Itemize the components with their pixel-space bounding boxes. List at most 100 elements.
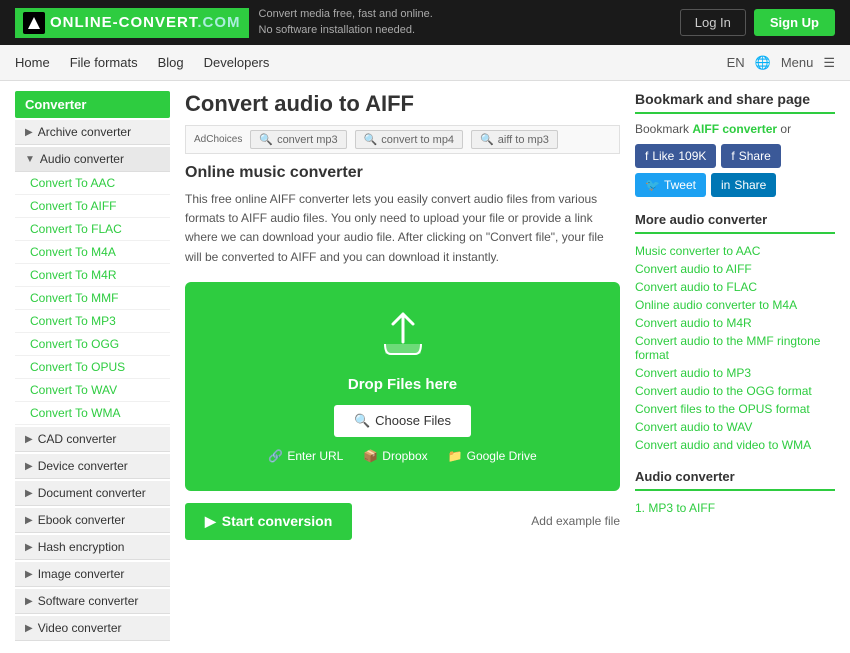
ad-item-mp3-label: convert mp3 xyxy=(277,134,338,146)
dropbox-option[interactable]: 📦 Dropbox xyxy=(363,449,427,463)
facebook-icon-share: f xyxy=(731,149,734,163)
sidebar-item-aiff[interactable]: Convert To AIFF xyxy=(15,195,170,218)
sidebar-item-mp3[interactable]: Convert To MP3 xyxy=(15,310,170,333)
like-label: Like xyxy=(652,149,674,163)
sidebar-section-software: ▶ Software converter xyxy=(15,589,170,614)
audio-converter-title: Audio converter xyxy=(635,469,835,491)
sidebar-section-title-archive[interactable]: ▶ Archive converter xyxy=(15,120,170,145)
bookmark-text: Bookmark AIFF converter or xyxy=(635,122,835,136)
sidebar-section-title-image[interactable]: ▶ Image converter xyxy=(15,562,170,587)
more-converter-section: More audio converter Music converter to … xyxy=(635,212,835,454)
ad-item-aiff[interactable]: 🔍 aiff to mp3 xyxy=(471,130,558,149)
logo-icon xyxy=(23,12,45,34)
sidebar-section-title-cad[interactable]: ▶ CAD converter xyxy=(15,427,170,452)
sidebar-section-title-audio[interactable]: ▼ Audio converter xyxy=(15,147,170,172)
mp3-to-aiff-link[interactable]: 1. MP3 to AIFF xyxy=(635,501,715,515)
ad-choices-label[interactable]: AdChoices xyxy=(194,134,242,145)
logo-box[interactable]: ONLINE-CONVERT.COM xyxy=(15,8,249,38)
audio-converter-item-1: 1. MP3 to AIFF xyxy=(635,499,835,517)
linkedin-button[interactable]: in Share xyxy=(711,173,776,197)
nav-links: Home File formats Blog Developers xyxy=(15,47,269,78)
facebook-share-label: Share xyxy=(739,149,771,163)
more-converter-title: More audio converter xyxy=(635,212,835,234)
sidebar-section-label-cad: CAD converter xyxy=(38,432,117,446)
sidebar-item-aac[interactable]: Convert To AAC xyxy=(15,172,170,195)
sidebar-section-document: ▶ Document converter xyxy=(15,481,170,506)
search-icon-3: 🔍 xyxy=(480,133,494,146)
logo-tagline: Convert media free, fast and online. No … xyxy=(259,7,433,38)
content-area: Convert audio to AIFF AdChoices 🔍 conver… xyxy=(185,91,620,643)
sidebar-item-m4a[interactable]: Convert To M4A xyxy=(15,241,170,264)
sidebar-item-wma[interactable]: Convert To WMA xyxy=(15,402,170,425)
twitter-button[interactable]: 🐦 Tweet xyxy=(635,173,706,197)
play-icon: ▶ xyxy=(205,513,216,530)
drop-files-text: Drop Files here xyxy=(208,376,597,393)
nav-right[interactable]: EN 🌐 Menu ☰ xyxy=(727,55,835,71)
sidebar-item-wav[interactable]: Convert To WAV xyxy=(15,379,170,402)
more-link-mmf[interactable]: Convert audio to the MMF ringtone format xyxy=(635,332,835,364)
sidebar-section-title-device[interactable]: ▶ Device converter xyxy=(15,454,170,479)
sidebar-section-title-ebook[interactable]: ▶ Ebook converter xyxy=(15,508,170,533)
login-button[interactable]: Log In xyxy=(680,9,746,36)
signup-button[interactable]: Sign Up xyxy=(754,9,835,36)
start-conversion-button[interactable]: ▶ Start conversion xyxy=(185,503,352,540)
more-link-opus[interactable]: Convert files to the OPUS format xyxy=(635,400,835,418)
more-link-wma[interactable]: Convert audio and video to WMA xyxy=(635,436,835,454)
choose-files-button[interactable]: 🔍 Choose Files xyxy=(334,405,471,437)
more-link-flac[interactable]: Convert audio to FLAC xyxy=(635,278,835,296)
sidebar-item-m4r[interactable]: Convert To M4R xyxy=(15,264,170,287)
sidebar-section-label-video: Video converter xyxy=(38,621,122,635)
google-drive-option[interactable]: 📁 Google Drive xyxy=(448,449,537,463)
like-count: 109K xyxy=(678,149,706,163)
sidebar-section-label-software: Software converter xyxy=(38,594,139,608)
more-link-aiff[interactable]: Convert audio to AIFF xyxy=(635,260,835,278)
more-link-m4r[interactable]: Convert audio to M4R xyxy=(635,314,835,332)
upload-area[interactable]: Drop Files here 🔍 Choose Files 🔗 Enter U… xyxy=(185,282,620,491)
sidebar-section-audio: ▼ Audio converter Convert To AAC Convert… xyxy=(15,147,170,425)
nav-file-formats[interactable]: File formats xyxy=(70,47,138,78)
sidebar: Converter ▶ Archive converter ▼ Audio co… xyxy=(15,91,170,643)
more-link-mp3[interactable]: Convert audio to MP3 xyxy=(635,364,835,382)
more-link-aac[interactable]: Music converter to AAC xyxy=(635,242,835,260)
search-icon-choose: 🔍 xyxy=(354,413,370,429)
sidebar-item-opus[interactable]: Convert To OPUS xyxy=(15,356,170,379)
enter-url-label: Enter URL xyxy=(287,449,343,463)
nav-developers[interactable]: Developers xyxy=(204,47,270,78)
sidebar-section-title-software[interactable]: ▶ Software converter xyxy=(15,589,170,614)
arrow-icon-cad: ▶ xyxy=(25,434,33,445)
google-drive-label: Google Drive xyxy=(467,449,537,463)
aiff-converter-link[interactable]: AIFF converter xyxy=(692,122,777,136)
arrow-icon-audio: ▼ xyxy=(25,154,35,165)
sidebar-section-title-hash[interactable]: ▶ Hash encryption xyxy=(15,535,170,560)
sidebar-section-archive: ▶ Archive converter xyxy=(15,120,170,145)
description-text: This free online AIFF converter lets you… xyxy=(185,190,620,267)
logo-text: ONLINE-CONVERT.COM xyxy=(50,14,241,31)
right-sidebar: Bookmark and share page Bookmark AIFF co… xyxy=(635,91,835,643)
sidebar-section-title-document[interactable]: ▶ Document converter xyxy=(15,481,170,506)
more-link-m4a[interactable]: Online audio converter to M4A xyxy=(635,296,835,314)
choose-files-label: Choose Files xyxy=(375,413,451,428)
sidebar-item-flac[interactable]: Convert To FLAC xyxy=(15,218,170,241)
page-title: Convert audio to AIFF xyxy=(185,91,620,117)
globe-icon: 🌐 xyxy=(755,55,771,71)
facebook-like-button[interactable]: f Like 109K xyxy=(635,144,716,168)
sidebar-section-title-video[interactable]: ▶ Video converter xyxy=(15,616,170,641)
nav-blog[interactable]: Blog xyxy=(158,47,184,78)
action-bar: ▶ Start conversion Add example file xyxy=(185,503,620,540)
add-example-link[interactable]: Add example file xyxy=(531,514,620,528)
logo-area: ONLINE-CONVERT.COM Convert media free, f… xyxy=(15,7,433,38)
more-link-ogg[interactable]: Convert audio to the OGG format xyxy=(635,382,835,400)
sidebar-section-device: ▶ Device converter xyxy=(15,454,170,479)
nav-home[interactable]: Home xyxy=(15,47,50,78)
dropbox-icon: 📦 xyxy=(363,449,378,463)
more-link-wav[interactable]: Convert audio to WAV xyxy=(635,418,835,436)
sidebar-item-ogg[interactable]: Convert To OGG xyxy=(15,333,170,356)
nav-lang[interactable]: EN xyxy=(727,55,745,70)
sidebar-item-mmf[interactable]: Convert To MMF xyxy=(15,287,170,310)
enter-url-option[interactable]: 🔗 Enter URL xyxy=(268,449,343,463)
nav-menu[interactable]: Menu xyxy=(781,55,814,70)
facebook-share-button[interactable]: f Share xyxy=(721,144,780,168)
sidebar-heading: Converter xyxy=(15,91,170,118)
ad-item-mp4[interactable]: 🔍 convert to mp4 xyxy=(355,130,463,149)
ad-item-mp3[interactable]: 🔍 convert mp3 xyxy=(250,130,346,149)
